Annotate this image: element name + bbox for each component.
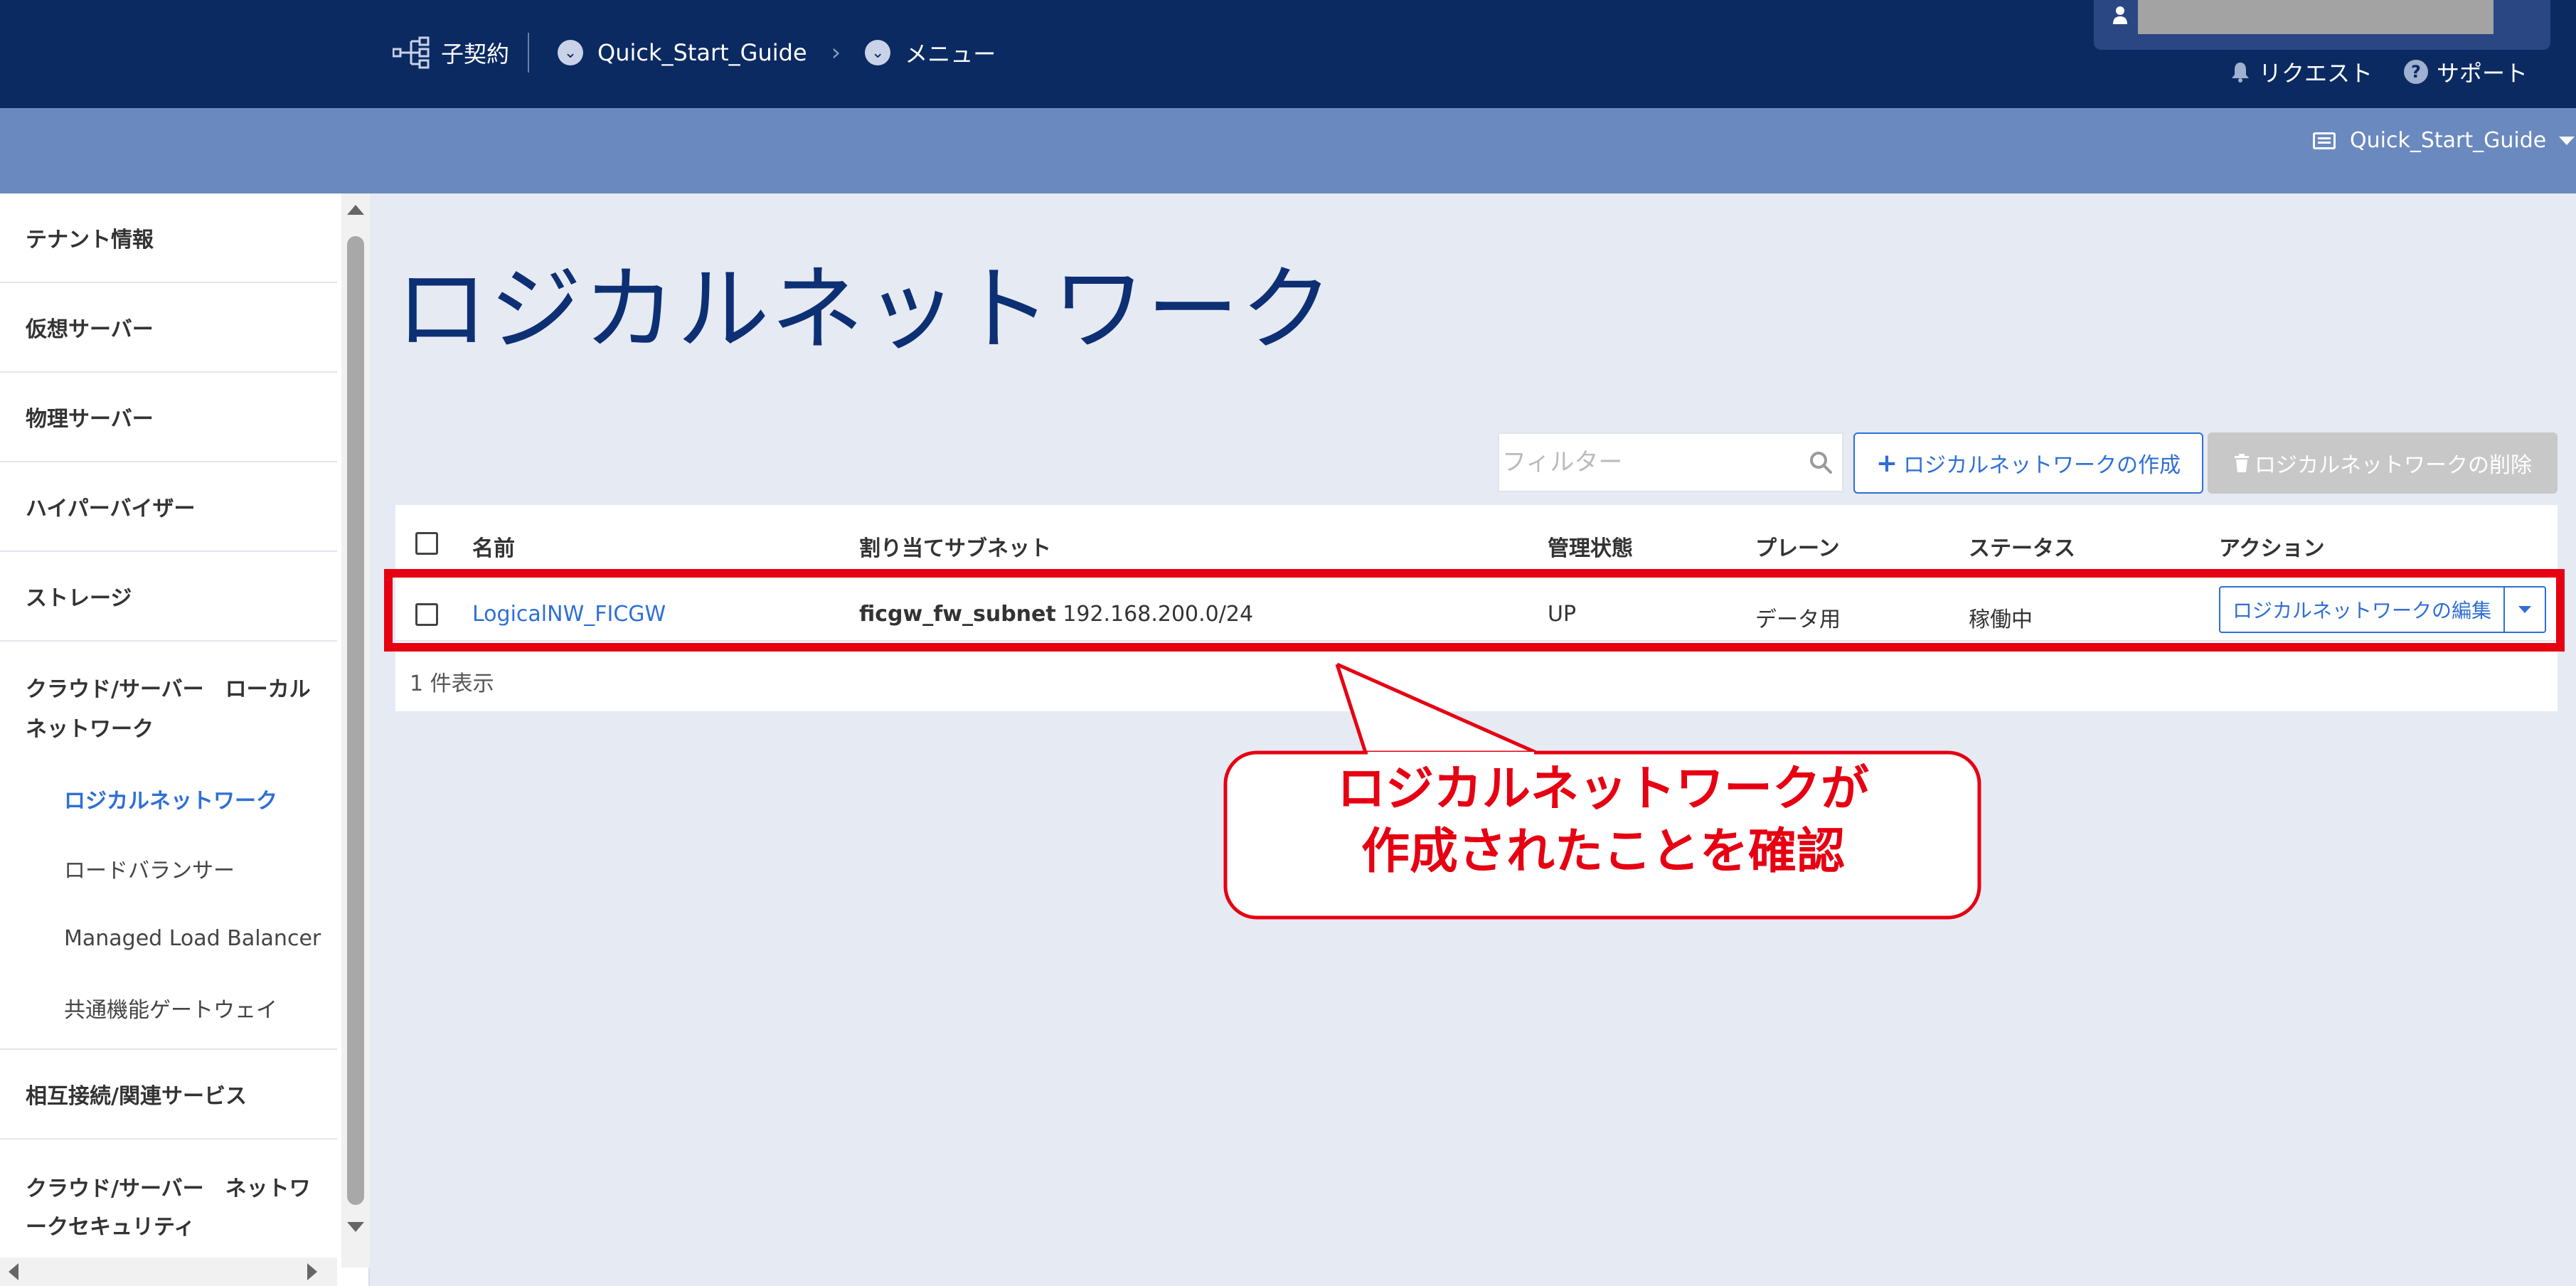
sidebar-nav: テナント情報 仮想サーバー 物理サーバー ハイパーバイザー ストレージ クラウド… [0, 193, 337, 1279]
project-label: Quick_Start_Guide [2350, 128, 2547, 153]
breadcrumb-label: メニュー [905, 41, 996, 68]
sidebar-item-interconnect[interactable]: 相互接続/関連サービス [0, 1050, 337, 1139]
column-header-subnet[interactable]: 割り当てサブネット [859, 531, 1051, 562]
scroll-up-arrow-icon[interactable] [347, 205, 364, 215]
scroll-down-arrow-icon[interactable] [347, 1222, 364, 1232]
user-name-redacted [2138, 0, 2493, 34]
top-right-links: リクエスト ? サポート [2229, 55, 2559, 88]
project-selector[interactable]: Quick_Start_Guide [2313, 128, 2575, 153]
scroll-right-arrow-icon[interactable] [307, 1263, 317, 1280]
chevron-circle-icon: ⌄ [865, 40, 891, 65]
breadcrumb-divider [528, 33, 530, 73]
sidebar-subitem-load-balancer[interactable]: ロードバランサー [0, 834, 337, 903]
sidebar-group-local-network: クラウド/サーバー ローカルネットワーク ロジカルネットワーク ロードバランサー… [0, 642, 337, 1050]
caret-down-icon [2559, 136, 2575, 145]
filter-input[interactable] [1499, 434, 1784, 491]
delete-logical-network-button[interactable]: ロジカルネットワークの削除 [2208, 432, 2558, 494]
sidebar-item-label: クラウド/サーバー ネットワークセキュリティ [26, 1176, 311, 1240]
column-header-admin-state[interactable]: 管理状態 [1548, 531, 1633, 562]
column-header-plane[interactable]: プレーン [1755, 531, 1840, 562]
chevron-circle-icon: ⌄ [558, 40, 584, 65]
create-logical-network-button[interactable]: + ロジカルネットワークの作成 [1853, 432, 2203, 494]
column-header-action: アクション [2219, 536, 2325, 561]
trash-icon [2235, 454, 2249, 472]
sub-header-bar [0, 108, 2576, 193]
breadcrumb-label: 子契約 [441, 41, 510, 68]
callout-line-1: ロジカルネットワークが [1336, 761, 1869, 817]
sidebar-item-label: テナント情報 [26, 228, 154, 253]
scrollbar-thumb[interactable] [347, 236, 364, 1205]
scroll-left-arrow-icon[interactable] [9, 1263, 18, 1280]
top-navigation-bar: 子契約 ⌄ Quick_Start_Guide › ⌄ メニュー リクエスト ? [0, 0, 2576, 108]
breadcrumb-item-project[interactable]: ⌄ Quick_Start_Guide [558, 39, 807, 66]
sidebar-item-label: クラウド/サーバー ローカルネットワーク [26, 677, 311, 742]
sidebar-subitem-label: 共通機能ゲートウェイ [64, 998, 277, 1023]
user-menu[interactable] [2094, 0, 2550, 50]
sidebar-item-hypervisor[interactable]: ハイパーバイザー [0, 462, 337, 552]
sidebar-subitem-logical-network[interactable]: ロジカルネットワーク [0, 764, 337, 834]
sidebar-subitem-label: ロードバランサー [64, 859, 235, 883]
sidebar-subitem-label: Managed Load Balancer [64, 925, 321, 951]
sidebar-item-local-network[interactable]: クラウド/サーバー ローカルネットワーク [0, 642, 337, 764]
select-all-checkbox[interactable] [415, 532, 438, 555]
sidebar-subitem-label: ロジカルネットワーク [64, 789, 277, 814]
project-icon [2313, 132, 2336, 149]
column-header-status[interactable]: ステータス [1969, 531, 2075, 562]
sidebar-item-physical-server[interactable]: 物理サーバー [0, 373, 337, 462]
create-button-label: ロジカルネットワークの作成 [1903, 453, 2181, 478]
callout-text: ロジカルネットワークが 作成されたことを確認 [1229, 758, 1977, 883]
sidebar-item-label: 仮想サーバー [26, 317, 154, 342]
search-icon[interactable] [1808, 450, 1833, 475]
sidebar-item-label: 物理サーバー [26, 407, 154, 432]
sidebar: テナント情報 仮想サーバー 物理サーバー ハイパーバイザー ストレージ クラウド… [0, 193, 370, 1286]
sidebar-item-label: ハイパーバイザー [26, 496, 196, 521]
sidebar-horizontal-scrollbar[interactable] [0, 1258, 337, 1286]
breadcrumb-item-menu[interactable]: ⌄ メニュー [865, 36, 996, 69]
breadcrumb: 子契約 ⌄ Quick_Start_Guide › ⌄ メニュー [393, 31, 996, 74]
callout-line-2: 作成されたことを確認 [1361, 824, 1845, 880]
plus-icon: + [1875, 448, 1898, 478]
sidebar-item-virtual-server[interactable]: 仮想サーバー [0, 283, 337, 373]
breadcrumb-label: Quick_Start_Guide [597, 39, 807, 66]
sidebar-item-label: 相互接続/関連サービス [26, 1084, 247, 1109]
sidebar-item-label: ストレージ [26, 586, 132, 611]
sidebar-subitem-managed-load-balancer[interactable]: Managed Load Balancer [0, 903, 337, 973]
request-link[interactable]: リクエスト [2229, 55, 2373, 88]
request-label: リクエスト [2259, 60, 2373, 87]
delete-button-label: ロジカルネットワークの削除 [2255, 453, 2532, 478]
question-icon: ? [2404, 60, 2429, 84]
chevron-right-icon: › [831, 38, 841, 67]
sidebar-item-storage[interactable]: ストレージ [0, 552, 337, 642]
sidebar-vertical-scrollbar[interactable] [341, 193, 370, 1268]
sidebar-subitem-common-gateway[interactable]: 共通機能ゲートウェイ [0, 973, 337, 1043]
support-label: サポート [2437, 60, 2528, 87]
row-count: 1 件表示 [410, 671, 494, 696]
page-title: ロジカルネットワーク [395, 255, 1335, 363]
filter-box [1498, 432, 1843, 492]
sidebar-item-tenant[interactable]: テナント情報 [0, 193, 337, 283]
user-icon [2113, 6, 2127, 24]
column-header-name[interactable]: 名前 [472, 531, 515, 562]
support-link[interactable]: ? サポート [2404, 55, 2528, 88]
highlight-frame [384, 569, 2565, 652]
bell-icon [2232, 63, 2249, 83]
tree-icon [393, 36, 430, 69]
breadcrumb-item-contract[interactable]: 子契約 [393, 36, 509, 69]
